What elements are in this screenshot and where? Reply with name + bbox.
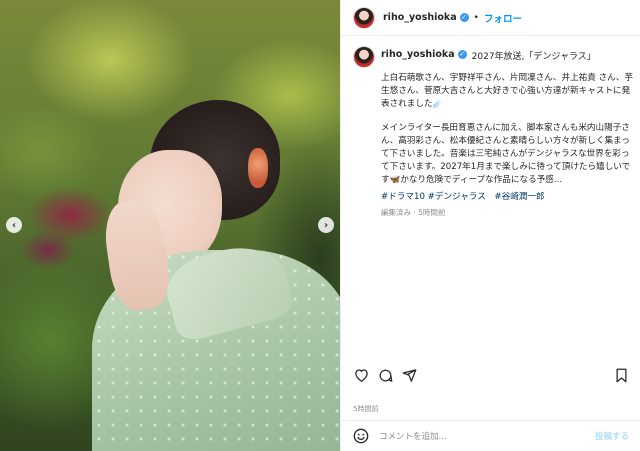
follow-button[interactable]: フォロー [484,11,522,25]
avatar[interactable] [353,46,375,68]
caption-title: 2027年放送,「デンジャラス」 [471,52,596,62]
action-bar [353,366,629,384]
comment-input[interactable]: コメントを追加... [379,430,595,442]
caption-paragraph-1: 上白石萌歌さん、宇野祥平さん、片岡凜さん、井上祐貴 さん、芋生悠さん、菅原大吉さ… [381,73,633,109]
caption-header: riho_yoshioka ✓ 2027年放送,「デンジャラス」 [353,46,635,68]
comment-bar: コメントを追加... 投稿する [341,420,640,451]
chevron-left-icon: ‹ [11,219,17,231]
verified-badge-icon: ✓ [457,50,467,59]
carousel-prev-button[interactable]: ‹ [6,217,22,233]
username-link[interactable]: riho_yoshioka [383,12,457,23]
heart-icon[interactable] [353,367,369,383]
caption-body: 上白石萌歌さん、宇野祥平さん、片岡凜さん、井上祐貴 さん、芋生悠さん、菅原大吉さ… [381,72,635,219]
verified-badge-icon: ✓ [459,13,469,22]
share-icon[interactable] [401,367,417,383]
caption-username-link[interactable]: riho_yoshioka [381,49,455,60]
hair-ornament [248,148,268,188]
post-photo: ‹ › [0,0,340,451]
bookmark-icon[interactable] [613,367,629,383]
post-timestamp: 5時間前 [353,405,379,413]
post-sidebar: riho_yoshioka ✓ • フォロー riho_yoshioka ✓ 2… [340,0,640,451]
caption-paragraph-2: メインライター長田育恵さんに加え、脚本家さんも米内山陽子さん、高羽彩さん、松本優… [381,123,631,185]
caption: riho_yoshioka ✓ 2027年放送,「デンジャラス」 上白石萌歌さん… [353,46,635,219]
carousel-next-button[interactable]: › [318,217,334,233]
emoji-icon[interactable] [353,428,369,444]
hashtags[interactable]: #ドラマ10 #デンジャラス #谷崎潤一郎 [381,191,635,204]
separator-dot: • [473,12,479,23]
post-comment-button[interactable]: 投稿する [595,430,629,442]
avatar[interactable] [353,6,375,29]
chevron-right-icon: › [323,219,329,231]
comment-icon[interactable] [377,367,393,383]
post-modal: ‹ › riho_yoshioka ✓ • フォロー riho_yoshioka… [0,0,640,451]
post-header: riho_yoshioka ✓ • フォロー [341,0,640,36]
caption-meta: 編集済み · 5時間前 [381,208,446,217]
